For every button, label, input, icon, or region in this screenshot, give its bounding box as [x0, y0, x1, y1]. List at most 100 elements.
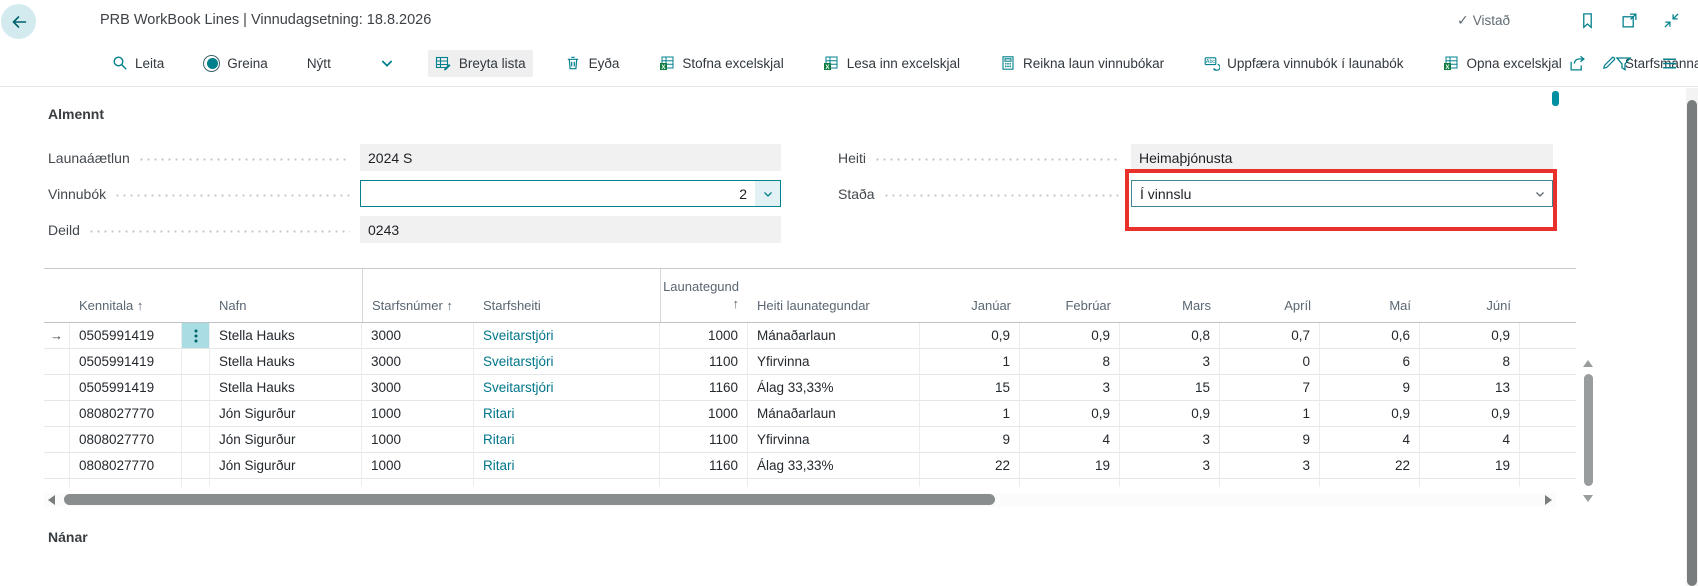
cell-month-juni[interactable]: 4	[1420, 427, 1520, 452]
cell-heiti-launategundar[interactable]: Yfirvinna	[748, 427, 920, 452]
cell-month-januar[interactable]: 0,9	[920, 323, 1020, 348]
cell-month-april[interactable]: 1	[1220, 401, 1320, 426]
cell-month-juni[interactable]: 0,9	[1420, 401, 1520, 426]
toolbar-calculate-wages-button[interactable]: Reikna laun vinnubókar	[992, 50, 1171, 77]
cell-month-februar[interactable]: 0,9	[1020, 401, 1120, 426]
cell-month-mars[interactable]: 0,9	[1120, 401, 1220, 426]
column-header-mars[interactable]: Mars	[1120, 269, 1220, 322]
cell-nafn[interactable]: Jón Sigurður	[210, 401, 362, 426]
cell-month-mars[interactable]: 3	[1120, 349, 1220, 374]
cell-month-mars[interactable]: 3	[1120, 453, 1220, 478]
cell-month-februar[interactable]: 19	[1020, 453, 1120, 478]
stada-combobox[interactable]: Í vinnslu	[1131, 180, 1553, 207]
cell-nafn[interactable]: Stella Hauks	[210, 323, 362, 348]
cell-month-mars[interactable]: 15	[1120, 375, 1220, 400]
cell-kennitala[interactable]: 0505991419	[70, 323, 182, 348]
cell-month-januar[interactable]: 1	[920, 401, 1020, 426]
cell-month-mai[interactable]: 22	[1320, 453, 1420, 478]
cell-starfsheiti-link[interactable]: Sveitarstjóri	[474, 349, 660, 374]
page-scrollbar[interactable]	[1686, 88, 1698, 586]
toolbar-new-button[interactable]: Nýtt	[300, 51, 338, 76]
filter-button[interactable]	[1614, 54, 1632, 72]
row-menu-cell[interactable]	[182, 375, 210, 400]
deild-input[interactable]: 0243	[360, 216, 781, 243]
toolbar-open-excel-button[interactable]: XOpna excelskjal	[1436, 50, 1569, 77]
heiti-input[interactable]: Heimaþjónusta	[1131, 144, 1553, 171]
cell-kennitala[interactable]: 0808027770	[70, 401, 182, 426]
cell-month-januar[interactable]: 15	[920, 375, 1020, 400]
page-scrollbar-thumb[interactable]	[1687, 100, 1697, 586]
cell-month-mai[interactable]: 4	[1320, 427, 1420, 452]
cell-launategund[interactable]: 1000	[660, 323, 748, 348]
cell-month-februar[interactable]: 4	[1020, 427, 1120, 452]
cell-nafn[interactable]: Jón Sigurður	[210, 427, 362, 452]
cell-month-juni[interactable]: 13	[1420, 375, 1520, 400]
pane-scrollbar-thumb[interactable]	[1552, 91, 1559, 106]
chevron-down-icon[interactable]	[755, 181, 780, 206]
chevron-down-icon[interactable]	[1527, 181, 1552, 206]
column-header-heiti_launategundar[interactable]: Heiti launategundar	[748, 269, 920, 322]
cell-kennitala[interactable]: 0808027770	[70, 427, 182, 452]
cell-heiti-launategundar[interactable]: Mánaðarlaun	[748, 323, 920, 348]
cell-month-januar[interactable]: 22	[920, 453, 1020, 478]
row-menu-cell[interactable]	[182, 349, 210, 374]
cell-month-februar[interactable]: 8	[1020, 349, 1120, 374]
cell-heiti-launategundar[interactable]: Mánaðarlaun	[748, 401, 920, 426]
cell-nafn[interactable]: Stella Hauks	[210, 349, 362, 374]
cell-kennitala[interactable]: 0505991419	[70, 349, 182, 374]
cell-heiti-launategundar[interactable]: Yfirvinna	[748, 349, 920, 374]
cell-month-mai[interactable]: 9	[1320, 375, 1420, 400]
toolbar-delete-button[interactable]: Eyða	[558, 50, 627, 77]
cell-month-april[interactable]: 3	[1220, 453, 1320, 478]
row-menu-cell[interactable]	[182, 453, 210, 478]
column-header-starfsnumer[interactable]: Starfsnúmer ↑	[362, 269, 474, 322]
cell-kennitala[interactable]: 0808027770	[70, 453, 182, 478]
vinnubok-combobox[interactable]: 2	[360, 180, 781, 207]
toolbar-new-dropdown-button[interactable]	[372, 50, 403, 77]
cell-starfsnumer[interactable]: 3000	[362, 323, 474, 348]
cell-month-juni[interactable]: 0,9	[1420, 323, 1520, 348]
cell-kennitala[interactable]: 0505991419	[70, 375, 182, 400]
select-all-corner[interactable]	[44, 269, 70, 322]
grid-vertical-scrollbar-thumb[interactable]	[1584, 374, 1593, 486]
cell-launategund[interactable]: 1000	[660, 401, 748, 426]
cell-month-mai[interactable]: 6	[1320, 349, 1420, 374]
toolbar-update-workbook-button[interactable]: AbcUppfæra vinnubók í launabók	[1196, 50, 1410, 77]
grid-vertical-scrollbar[interactable]	[1581, 360, 1595, 502]
cell-month-mars[interactable]: 3	[1120, 427, 1220, 452]
cell-month-januar[interactable]: 9	[920, 427, 1020, 452]
analyze-toggle-icon[interactable]	[203, 55, 220, 72]
cell-launategund[interactable]: 1100	[660, 427, 748, 452]
cell-starfsnumer[interactable]: 1000	[362, 401, 474, 426]
cell-month-mars[interactable]: 0,8	[1120, 323, 1220, 348]
scroll-up-arrow-icon[interactable]	[1583, 360, 1593, 367]
horizontal-scrollbar[interactable]	[44, 493, 1556, 507]
cell-heiti-launategundar[interactable]: Álag 33,33%	[748, 375, 920, 400]
cell-month-april[interactable]: 0	[1220, 349, 1320, 374]
cell-nafn[interactable]: Jón Sigurður	[210, 453, 362, 478]
cell-month-januar[interactable]: 1	[920, 349, 1020, 374]
back-button[interactable]	[1, 4, 36, 39]
cell-starfsnumer[interactable]: 3000	[362, 349, 474, 374]
share-button[interactable]	[1568, 54, 1586, 72]
cell-starfsheiti-link[interactable]: Ritari	[474, 427, 660, 452]
scroll-right-arrow-icon[interactable]	[1545, 495, 1552, 505]
toolbar-analyze-toggle-button[interactable]: Greina	[196, 50, 275, 77]
cell-month-april[interactable]: 9	[1220, 427, 1320, 452]
column-header-starfsheiti[interactable]: Starfsheiti	[474, 269, 660, 322]
cell-starfsheiti-link[interactable]: Ritari	[474, 453, 660, 478]
cell-starfsnumer[interactable]: 3000	[362, 375, 474, 400]
row-menu-cell[interactable]	[182, 427, 210, 452]
row-menu-cell[interactable]	[182, 323, 210, 348]
open-in-window-button[interactable]	[1620, 11, 1638, 29]
column-header-juni[interactable]: Júní	[1420, 269, 1520, 322]
toolbar-create-excel-button[interactable]: XStofna excelskjal	[651, 50, 790, 77]
cell-month-april[interactable]: 0,7	[1220, 323, 1320, 348]
bookmark-button[interactable]	[1578, 11, 1596, 29]
cell-nafn[interactable]: Stella Hauks	[210, 375, 362, 400]
cell-starfsheiti-link[interactable]: Sveitarstjóri	[474, 375, 660, 400]
column-header-januar[interactable]: Janúar	[920, 269, 1020, 322]
column-header-kennitala[interactable]: Kennitala ↑	[70, 269, 210, 322]
launaaaetlun-input[interactable]: 2024 S	[360, 144, 781, 171]
list-options-button[interactable]	[1660, 54, 1678, 72]
